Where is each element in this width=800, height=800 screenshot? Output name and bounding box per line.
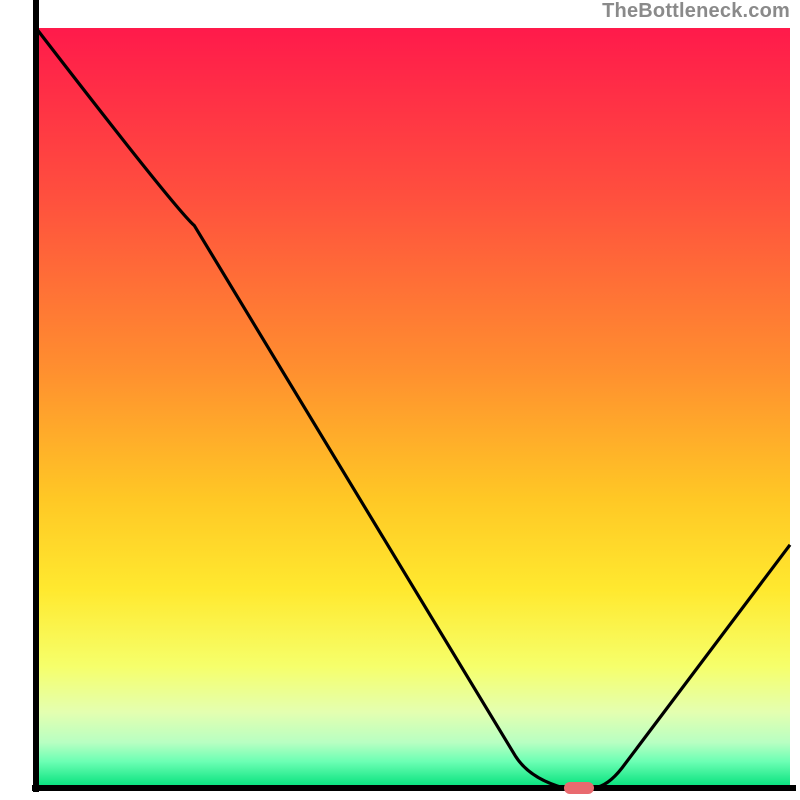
bottleneck-chart [0, 0, 800, 800]
watermark-text: TheBottleneck.com [602, 0, 790, 23]
chart-container: TheBottleneck.com [0, 0, 800, 800]
gradient-background [36, 28, 790, 788]
optimal-marker [564, 782, 594, 794]
